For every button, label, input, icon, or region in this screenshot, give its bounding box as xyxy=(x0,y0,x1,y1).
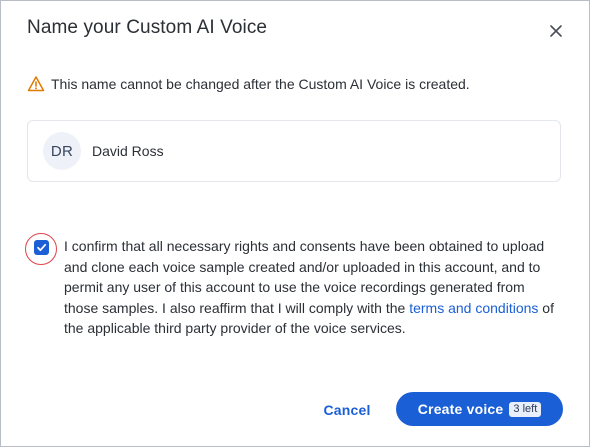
cancel-button[interactable]: Cancel xyxy=(314,397,380,423)
checkmark-icon xyxy=(37,243,47,252)
remaining-count-badge: 3 left xyxy=(509,401,542,417)
warning-text: This name cannot be changed after the Cu… xyxy=(51,76,470,92)
user-name: David Ross xyxy=(92,143,164,159)
voice-user-card: DR David Ross xyxy=(27,120,561,182)
avatar: DR xyxy=(43,132,81,170)
close-button[interactable] xyxy=(546,21,566,41)
consent-checkbox[interactable] xyxy=(34,240,49,255)
warning-message: This name cannot be changed after the Cu… xyxy=(27,75,470,93)
custom-voice-dialog: Name your Custom AI Voice This name cann… xyxy=(0,0,590,447)
create-voice-button[interactable]: Create voice 3 left xyxy=(396,392,563,426)
dialog-title: Name your Custom AI Voice xyxy=(27,17,268,38)
create-voice-label: Create voice xyxy=(417,401,504,417)
terms-link[interactable]: terms and conditions xyxy=(409,300,538,316)
consent-text: I confirm that all necessary rights and … xyxy=(64,236,556,339)
warning-triangle-icon xyxy=(27,75,45,93)
close-icon xyxy=(550,25,562,37)
